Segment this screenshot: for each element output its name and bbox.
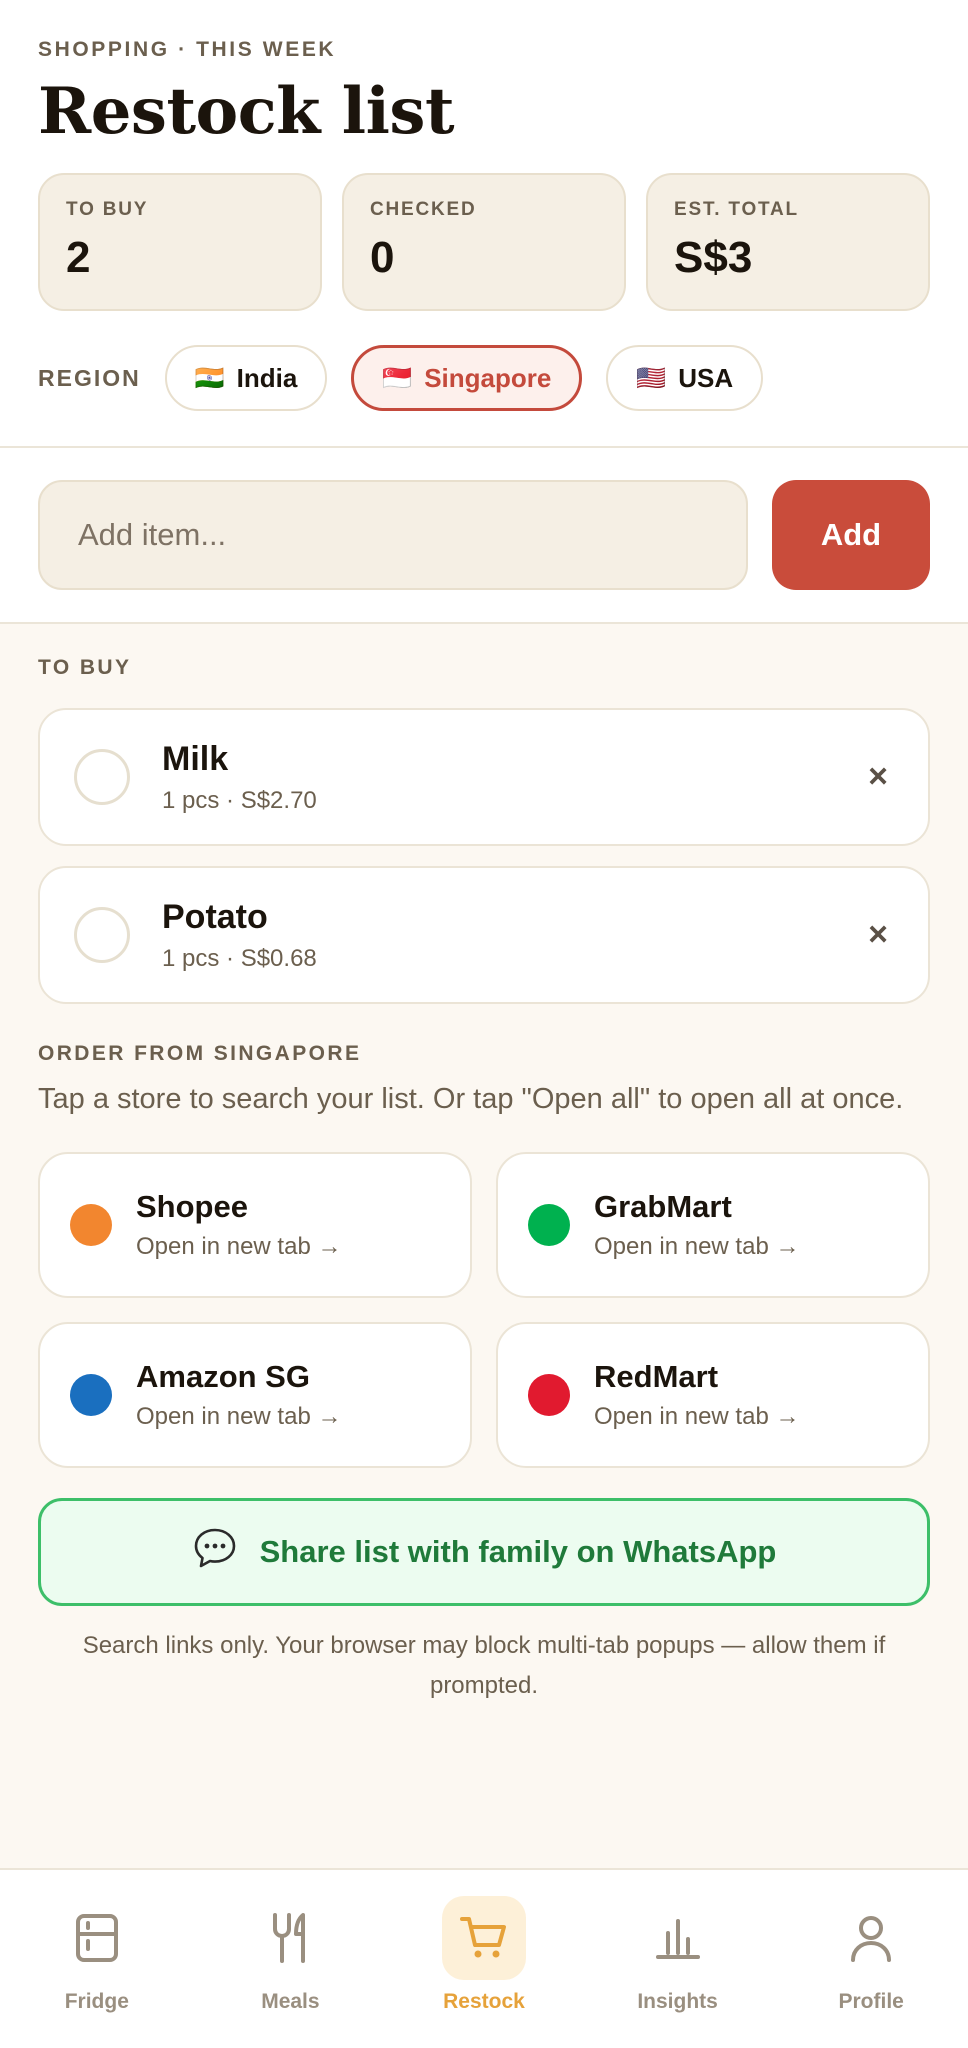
tab-fridge[interactable]: Fridge	[17, 1896, 177, 2014]
to-buy-section-label: TO BUY	[38, 656, 132, 679]
region-label: REGION	[38, 364, 141, 391]
tab-label: Insights	[637, 1990, 718, 2013]
add-item-input[interactable]	[38, 480, 748, 590]
store-shopee[interactable]: Shopee Open in new tab →	[38, 1152, 472, 1298]
store-sub: Open in new tab →	[136, 1233, 342, 1260]
stat-label: EST. TOTAL	[674, 199, 799, 220]
store-dot-icon	[528, 1374, 570, 1416]
item-checkbox[interactable]	[74, 907, 130, 963]
person-icon	[851, 1916, 892, 1962]
store-sub: Open in new tab →	[136, 1403, 342, 1430]
store-dot-icon	[70, 1374, 112, 1416]
cart-icon	[459, 1917, 506, 1958]
stat-value: 2	[66, 233, 91, 282]
region-selector: REGION 🇮🇳 India 🇸🇬 Singapore 🇺🇸 USA	[38, 345, 930, 411]
singapore-flag-icon: 🇸🇬	[382, 364, 413, 392]
bottom-tab-bar: Fridge Meals Restock Insights Profile	[0, 1868, 968, 2048]
usa-flag-icon: 🇺🇸	[636, 364, 667, 392]
item-name: Milk	[162, 739, 229, 778]
list-item: Milk 1 pcs · S$2.70 ×	[38, 708, 930, 846]
item-meta: 1 pcs · S$0.68	[162, 944, 317, 972]
order-description: Tap a store to search your list. Or tap …	[38, 1083, 904, 1115]
tab-restock[interactable]: Restock	[404, 1896, 564, 2014]
fridge-icon	[75, 1914, 118, 1962]
store-grid: Shopee Open in new tab → GrabMart Open i…	[38, 1152, 930, 1468]
store-name: GrabMart	[594, 1189, 732, 1224]
tab-insights[interactable]: Insights	[598, 1896, 758, 2014]
stat-to-buy: TO BUY 2	[38, 173, 322, 311]
region-chip-label: India	[236, 362, 298, 393]
store-dot-icon	[70, 1204, 112, 1246]
order-section-label: ORDER FROM SINGAPORE	[38, 1042, 362, 1065]
stat-est-total: EST. TOTAL S$3	[646, 173, 930, 311]
store-grabmart[interactable]: GrabMart Open in new tab →	[496, 1152, 930, 1298]
close-icon[interactable]: ×	[868, 758, 888, 797]
store-name: Shopee	[136, 1189, 248, 1224]
stat-label: CHECKED	[370, 199, 477, 220]
store-dot-icon	[528, 1204, 570, 1246]
main-content: TO BUY Milk 1 pcs · S$2.70 × Potato 1 pc…	[0, 624, 968, 1870]
tab-label: Profile	[838, 1990, 904, 2013]
stat-value: 0	[370, 233, 395, 282]
header-section: SHOPPING · THIS WEEK Restock list TO BUY…	[0, 0, 968, 448]
list-item: Potato 1 pcs · S$0.68 ×	[38, 866, 930, 1004]
india-flag-icon: 🇮🇳	[194, 364, 225, 392]
store-name: RedMart	[594, 1359, 719, 1394]
item-checkbox[interactable]	[74, 749, 130, 805]
speech-bubble-icon	[192, 1527, 238, 1577]
region-chip-singapore[interactable]: 🇸🇬 Singapore	[351, 345, 583, 411]
tab-label: Fridge	[64, 1990, 129, 2013]
page-eyebrow: SHOPPING · THIS WEEK	[38, 38, 337, 61]
region-chip-usa[interactable]: 🇺🇸 USA	[606, 345, 764, 411]
store-sub: Open in new tab →	[594, 1403, 800, 1430]
store-sub: Open in new tab →	[594, 1233, 800, 1260]
share-label: Share list with family on WhatsApp	[259, 1534, 777, 1569]
tab-label: Meals	[261, 1990, 320, 2013]
add-button[interactable]: Add	[772, 480, 930, 590]
bar-chart-icon	[655, 1919, 700, 1959]
region-chip-label: Singapore	[424, 362, 552, 393]
popup-note: Search links only. Your browser may bloc…	[82, 1632, 886, 1699]
item-name: Potato	[162, 897, 268, 936]
close-icon[interactable]: ×	[868, 916, 888, 955]
tab-meals[interactable]: Meals	[210, 1896, 370, 2014]
tab-label: Restock	[443, 1990, 525, 2013]
add-item-row: Add	[0, 448, 968, 624]
stats-row: TO BUY 2 CHECKED 0 EST. TOTAL S$3	[38, 173, 930, 311]
stat-value: S$3	[674, 233, 753, 282]
share-whatsapp-button[interactable]: Share list with family on WhatsApp	[38, 1498, 930, 1606]
region-chip-label: USA	[678, 362, 734, 393]
region-chip-india[interactable]: 🇮🇳 India	[164, 345, 328, 411]
stat-checked: CHECKED 0	[342, 173, 626, 311]
store-redmart[interactable]: RedMart Open in new tab →	[496, 1322, 930, 1468]
page-title: Restock list	[38, 74, 455, 149]
tab-profile[interactable]: Profile	[791, 1896, 951, 2014]
item-meta: 1 pcs · S$2.70	[162, 786, 317, 814]
fork-knife-icon	[273, 1913, 306, 1963]
store-name: Amazon SG	[136, 1359, 310, 1394]
store-amazon-sg[interactable]: Amazon SG Open in new tab →	[38, 1322, 472, 1468]
stat-label: TO BUY	[66, 199, 149, 220]
